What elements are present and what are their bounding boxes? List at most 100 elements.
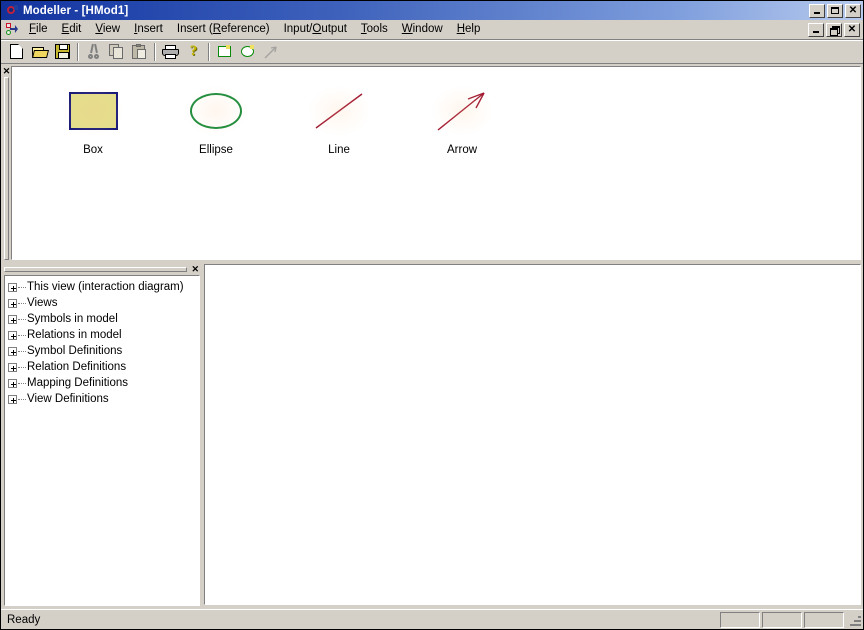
tree-node[interactable]: Views [8, 295, 199, 311]
expand-plus-icon[interactable] [8, 378, 17, 388]
resize-grip-icon[interactable] [847, 613, 861, 627]
title-bar: Modeller - [HMod1] ✕ [1, 1, 863, 20]
arrow-tool-button[interactable] [259, 41, 282, 63]
palette-close-icon[interactable]: ✕ [3, 67, 11, 76]
menu-file[interactable]: File [22, 21, 55, 38]
expand-plus-icon[interactable] [8, 346, 17, 356]
diagram-icon[interactable] [4, 22, 20, 37]
shape-palette: Box Ellipse Line Arrow [11, 66, 861, 260]
tree-gripper[interactable]: ✕ [4, 264, 200, 275]
expand-plus-icon[interactable] [8, 298, 17, 308]
toolbar-separator [208, 42, 210, 61]
tree-node-label: This view (interaction diagram) [27, 281, 184, 293]
palette-item-box[interactable]: Box [50, 85, 136, 156]
open-button[interactable] [28, 41, 51, 63]
menu-bar: File Edit View Insert Insert (Reference)… [1, 20, 863, 40]
expand-plus-icon[interactable] [8, 394, 17, 404]
menu-tools[interactable]: Tools [354, 21, 395, 38]
expand-plus-icon[interactable] [8, 282, 17, 292]
app-icon [4, 4, 19, 18]
diagram-canvas[interactable] [204, 264, 861, 605]
lower-panes: ✕ This view (interaction diagram) Views … [1, 262, 863, 609]
copy-pages-icon [109, 44, 124, 59]
line-shape [315, 93, 363, 129]
print-button[interactable] [159, 41, 182, 63]
mdi-child-controls: ✕ [808, 22, 863, 37]
application-window: Modeller - [HMod1] ✕ File Edit View Inse… [0, 0, 864, 630]
ellipse-shape [190, 93, 242, 129]
tree-node[interactable]: Symbol Definitions [8, 343, 199, 359]
tree-connector [18, 302, 26, 304]
tree-node[interactable]: Relation Definitions [8, 359, 199, 375]
line-shape-glyph [296, 85, 382, 137]
palette-item-ellipse[interactable]: Ellipse [173, 85, 259, 156]
palette-gripper[interactable]: ✕ [2, 66, 11, 260]
minimize-button[interactable] [809, 3, 825, 18]
palette-dock: ✕ Box Ellipse Line Arrow [1, 64, 863, 262]
expand-plus-icon[interactable] [8, 362, 17, 372]
tree-node-label: Relations in model [27, 329, 122, 341]
palette-item-label: Arrow [446, 144, 478, 156]
tree-node[interactable]: Symbols in model [8, 311, 199, 327]
tree-drag-handle[interactable] [4, 267, 188, 272]
tree-connector [18, 334, 26, 336]
tree-node[interactable]: Relations in model [8, 327, 199, 343]
ellipse-tool-icon [241, 45, 254, 57]
tree-node[interactable]: This view (interaction diagram) [8, 279, 199, 295]
box-tool-button[interactable] [213, 41, 236, 63]
expand-plus-icon[interactable] [8, 330, 17, 340]
menu-view[interactable]: View [88, 21, 127, 38]
toolbar-separator [77, 42, 79, 61]
menu-insert-reference[interactable]: Insert (Reference) [170, 21, 277, 38]
paste-button[interactable] [128, 41, 151, 63]
copy-button[interactable] [105, 41, 128, 63]
box-tool-icon [218, 45, 231, 57]
clipboard-icon [132, 44, 147, 59]
mdi-minimize-button[interactable] [808, 22, 824, 37]
tree-node[interactable]: Mapping Definitions [8, 375, 199, 391]
menu-window[interactable]: Window [395, 21, 450, 38]
expand-plus-icon[interactable] [8, 314, 17, 324]
tree-node[interactable]: View Definitions [8, 391, 199, 407]
menu-insert[interactable]: Insert [127, 21, 170, 38]
tree-connector [18, 318, 26, 320]
menu-edit[interactable]: Edit [55, 21, 89, 38]
scissors-icon [87, 43, 101, 59]
tree-node-label: Views [27, 297, 58, 309]
help-button[interactable]: ? [182, 41, 205, 63]
toolbar-separator [154, 42, 156, 61]
window-controls: ✕ [809, 3, 861, 18]
tree-node-label: Relation Definitions [27, 361, 127, 373]
tree-node-label: Mapping Definitions [27, 377, 129, 389]
box-shape-glyph [50, 85, 136, 137]
palette-drag-handle[interactable] [4, 77, 9, 260]
palette-item-label: Ellipse [199, 144, 233, 156]
palette-item-line[interactable]: Line [296, 85, 382, 156]
tree-connector [18, 286, 26, 288]
mdi-close-button[interactable]: ✕ [844, 22, 860, 37]
tree-connector [18, 350, 26, 352]
ellipse-shape-glyph [173, 85, 259, 137]
close-button[interactable]: ✕ [845, 3, 861, 18]
tree-connector [18, 366, 26, 368]
mdi-restore-button[interactable] [826, 22, 842, 37]
maximize-button[interactable] [827, 3, 843, 18]
cut-button[interactable] [82, 41, 105, 63]
model-tree-dock: ✕ This view (interaction diagram) Views … [2, 262, 202, 607]
toolbar: ? [1, 40, 863, 64]
tree-node-label: Symbols in model [27, 313, 118, 325]
tree-close-icon[interactable]: ✕ [191, 265, 199, 274]
menu-help[interactable]: Help [450, 21, 488, 38]
menu-input-output[interactable]: Input/Output [277, 21, 354, 38]
ellipse-tool-button[interactable] [236, 41, 259, 63]
status-message: Ready [7, 613, 41, 626]
new-button[interactable] [5, 41, 28, 63]
save-disk-icon [55, 44, 70, 59]
arrow-shape-glyph [419, 85, 505, 137]
arrow-shape [437, 92, 485, 131]
palette-item-arrow[interactable]: Arrow [419, 85, 505, 156]
status-pane-2 [762, 611, 802, 628]
model-tree[interactable]: This view (interaction diagram) Views Sy… [4, 275, 200, 606]
status-bar: Ready [1, 609, 863, 629]
save-button[interactable] [51, 41, 74, 63]
